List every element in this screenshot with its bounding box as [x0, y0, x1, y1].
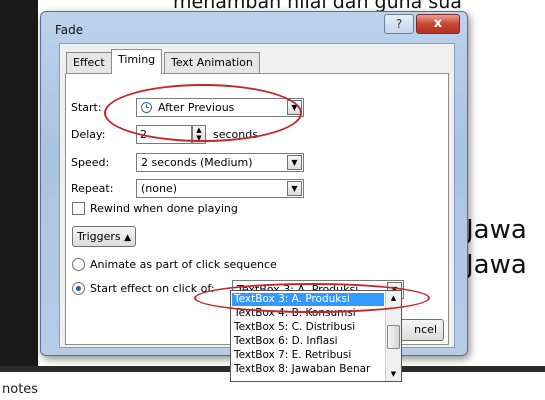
- scroll-thumb[interactable]: [387, 325, 400, 349]
- slide-text-line-1: Jawa: [466, 215, 527, 245]
- trigger-object-dropdown[interactable]: TextBox 3: A. Produksi TextBox 4: B. Kon…: [230, 290, 402, 382]
- start-on-click-label: Start effect on click of:: [90, 282, 215, 295]
- delay-label: Delay:: [71, 128, 106, 141]
- chevron-down-icon[interactable]: ▼: [287, 155, 302, 170]
- delay-unit: seconds: [213, 128, 258, 141]
- list-item[interactable]: TextBox 6: D. Inflasi: [232, 335, 384, 348]
- delay-input[interactable]: 2: [136, 125, 192, 144]
- help-button[interactable]: ?: [384, 14, 414, 34]
- collapse-icon: ▲: [124, 233, 132, 243]
- slide-left-panel: [0, 0, 38, 372]
- tab-effect[interactable]: Effect: [66, 52, 112, 73]
- tab-text-animation[interactable]: Text Animation: [164, 52, 260, 73]
- spin-up-icon[interactable]: ▲: [196, 126, 201, 134]
- list-item[interactable]: TextBox 4: B. Konsumsi: [232, 307, 384, 320]
- speed-value: 2 seconds (Medium): [141, 156, 253, 169]
- rewind-checkbox[interactable]: [72, 202, 85, 215]
- clock-icon: [141, 102, 152, 113]
- triggers-label: Triggers: [76, 230, 121, 243]
- list-item[interactable]: TextBox 8: Jawaban Benar: [232, 363, 384, 376]
- tab-timing[interactable]: Timing: [111, 49, 163, 74]
- start-on-click-radio[interactable]: [72, 282, 85, 295]
- dropdown-scrollbar[interactable]: ▲ ▼: [385, 291, 401, 381]
- chevron-down-icon[interactable]: ▼: [287, 181, 302, 196]
- repeat-value: (none): [141, 182, 178, 195]
- close-button[interactable]: x: [416, 14, 460, 34]
- animate-radio[interactable]: [72, 258, 85, 271]
- repeat-label: Repeat:: [71, 182, 114, 195]
- speed-select[interactable]: 2 seconds (Medium) ▼: [136, 153, 304, 172]
- list-item[interactable]: TextBox 5: C. Distribusi: [232, 321, 384, 334]
- animate-label: Animate as part of click sequence: [90, 258, 277, 271]
- notes-label: notes: [2, 382, 39, 397]
- speed-label: Speed:: [71, 156, 110, 169]
- delay-spinner[interactable]: ▲ ▼: [192, 125, 206, 144]
- repeat-select[interactable]: (none) ▼: [136, 179, 304, 198]
- spin-down-icon[interactable]: ▼: [196, 134, 201, 142]
- list-item[interactable]: TextBox 7: E. Retribusi: [232, 349, 384, 362]
- start-label: Start:: [71, 101, 102, 114]
- scroll-up-icon[interactable]: ▲: [386, 291, 401, 305]
- triggers-button[interactable]: Triggers ▲: [72, 226, 136, 247]
- start-value: After Previous: [158, 101, 235, 114]
- chevron-down-icon[interactable]: ▼: [287, 100, 302, 115]
- rewind-label: Rewind when done playing: [90, 202, 238, 215]
- dialog-title: Fade: [55, 23, 84, 37]
- scroll-down-icon[interactable]: ▼: [386, 367, 401, 381]
- slide-text-line-2: Jawa: [466, 250, 527, 280]
- start-select[interactable]: After Previous ▼: [136, 98, 304, 117]
- list-item[interactable]: TextBox 3: A. Produksi: [232, 293, 384, 306]
